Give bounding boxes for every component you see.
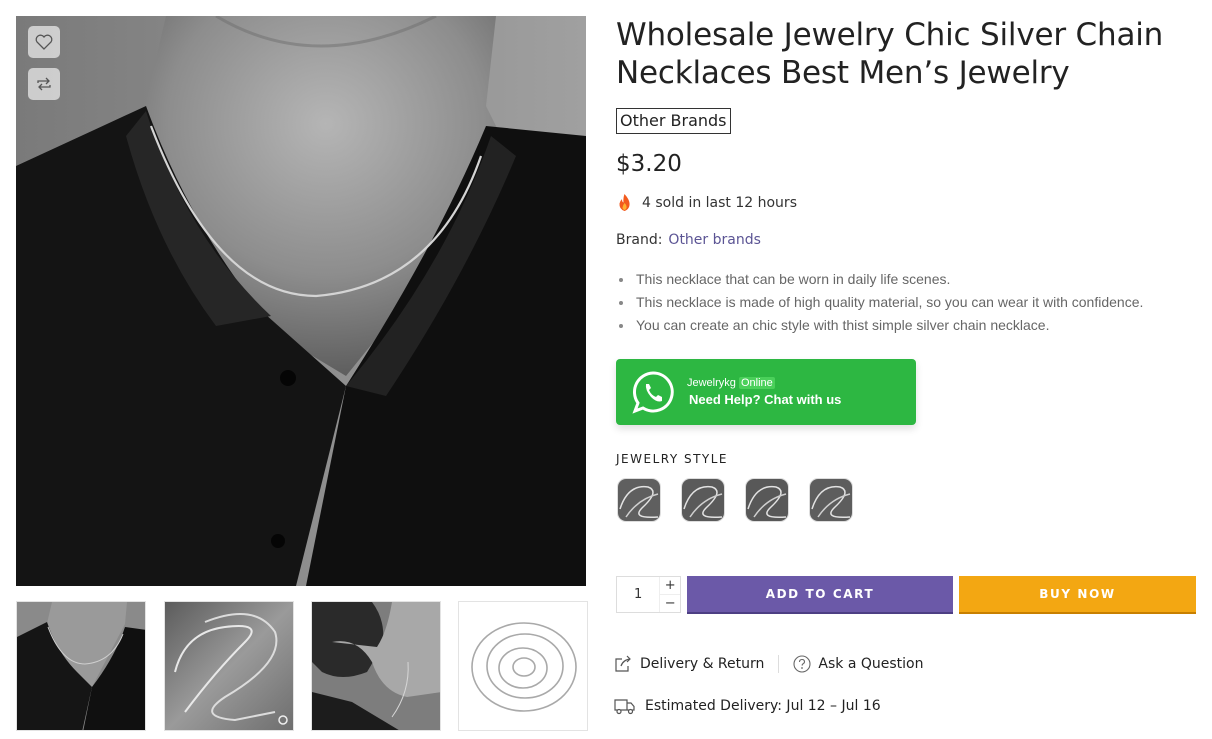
- thumbnail-model-side: [312, 602, 440, 730]
- quantity-input[interactable]: 1: [617, 577, 661, 612]
- main-product-image[interactable]: [16, 16, 586, 586]
- agent-name: Jewelrykg: [687, 377, 736, 389]
- extra-links: Delivery & Return Ask a Question: [614, 655, 923, 673]
- question-circle-icon: [793, 655, 811, 673]
- delivery-return-link[interactable]: Delivery & Return: [614, 655, 764, 673]
- swatch-image: [746, 479, 788, 521]
- swatch-image: [682, 479, 724, 521]
- swatch-image: [618, 479, 660, 521]
- quantity-buttons: + −: [660, 577, 680, 612]
- swatch-image: [810, 479, 852, 521]
- model-photo: [16, 16, 586, 586]
- estimated-delivery-text: Estimated Delivery: Jul 12 – Jul 16: [645, 698, 881, 714]
- product-price: $3.20: [616, 151, 682, 177]
- buy-now-button[interactable]: BUY NOW: [959, 576, 1196, 614]
- list-item: You can create an chic style with thist …: [616, 314, 1198, 337]
- online-badge: Online: [738, 377, 775, 389]
- whatsapp-icon: [632, 371, 674, 414]
- sold-counter: 4 sold in last 12 hours: [616, 193, 1198, 212]
- style-swatch-4[interactable]: [810, 479, 852, 521]
- thumbnail-strip: [16, 601, 588, 731]
- sold-text: 4 sold in last 12 hours: [642, 194, 797, 211]
- thumbnail-3[interactable]: [311, 601, 441, 731]
- cart-actions: 1 + − ADD TO CART BUY NOW: [616, 576, 1198, 614]
- product-title: Wholesale Jewelry Chic Silver Chain Neck…: [616, 17, 1164, 91]
- quantity-plus-button[interactable]: +: [660, 577, 680, 595]
- thumbnail-model-image: [17, 602, 145, 730]
- quantity-minus-button[interactable]: −: [660, 595, 680, 613]
- ask-question-label: Ask a Question: [818, 656, 924, 672]
- compare-button[interactable]: [28, 68, 60, 100]
- thumbnail-chain-closeup: [165, 602, 293, 730]
- list-item: This necklace is made of high quality ma…: [616, 291, 1198, 314]
- brand-badge[interactable]: Other Brands: [616, 108, 731, 134]
- thumbnail-chain-spiral: [459, 602, 587, 730]
- brand-link[interactable]: Other brands: [668, 232, 760, 248]
- compare-arrows-icon: [37, 77, 51, 91]
- feature-list: This necklace that can be worn in daily …: [616, 268, 1198, 337]
- thumbnail-2[interactable]: [164, 601, 294, 731]
- divider: [778, 655, 780, 673]
- heart-icon: [35, 34, 53, 50]
- brand-label: Brand:: [616, 232, 663, 248]
- add-to-cart-button[interactable]: ADD TO CART: [687, 576, 953, 614]
- quantity-stepper: 1 + −: [616, 576, 681, 613]
- thumbnail-1[interactable]: [16, 601, 146, 731]
- thumbnail-4[interactable]: [458, 601, 588, 731]
- fire-icon: [619, 194, 630, 211]
- wishlist-button[interactable]: [28, 26, 60, 58]
- style-swatches: [618, 479, 1198, 521]
- truck-icon: [614, 699, 635, 715]
- product-info: Wholesale Jewelry Chic Silver Chain Neck…: [616, 16, 1198, 521]
- style-swatch-3[interactable]: [746, 479, 788, 521]
- whatsapp-text: Jewelrykg Online Need Help? Chat with us: [687, 377, 841, 407]
- option-label: JEWELRY STYLE: [616, 452, 729, 466]
- chat-cta: Need Help? Chat with us: [689, 392, 842, 407]
- style-swatch-2[interactable]: [682, 479, 724, 521]
- estimated-delivery: Estimated Delivery: Jul 12 – Jul 16: [614, 697, 881, 715]
- ask-question-link[interactable]: Ask a Question: [793, 655, 923, 673]
- list-item: This necklace that can be worn in daily …: [616, 268, 1198, 291]
- brand-row: Brand: Other brands: [616, 232, 1198, 248]
- agent-line: Jewelrykg Online: [687, 377, 841, 389]
- delivery-return-label: Delivery & Return: [640, 656, 765, 672]
- share-box-icon: [615, 655, 631, 672]
- style-swatch-1[interactable]: [618, 479, 660, 521]
- whatsapp-chat-button[interactable]: Jewelrykg Online Need Help? Chat with us: [616, 359, 916, 425]
